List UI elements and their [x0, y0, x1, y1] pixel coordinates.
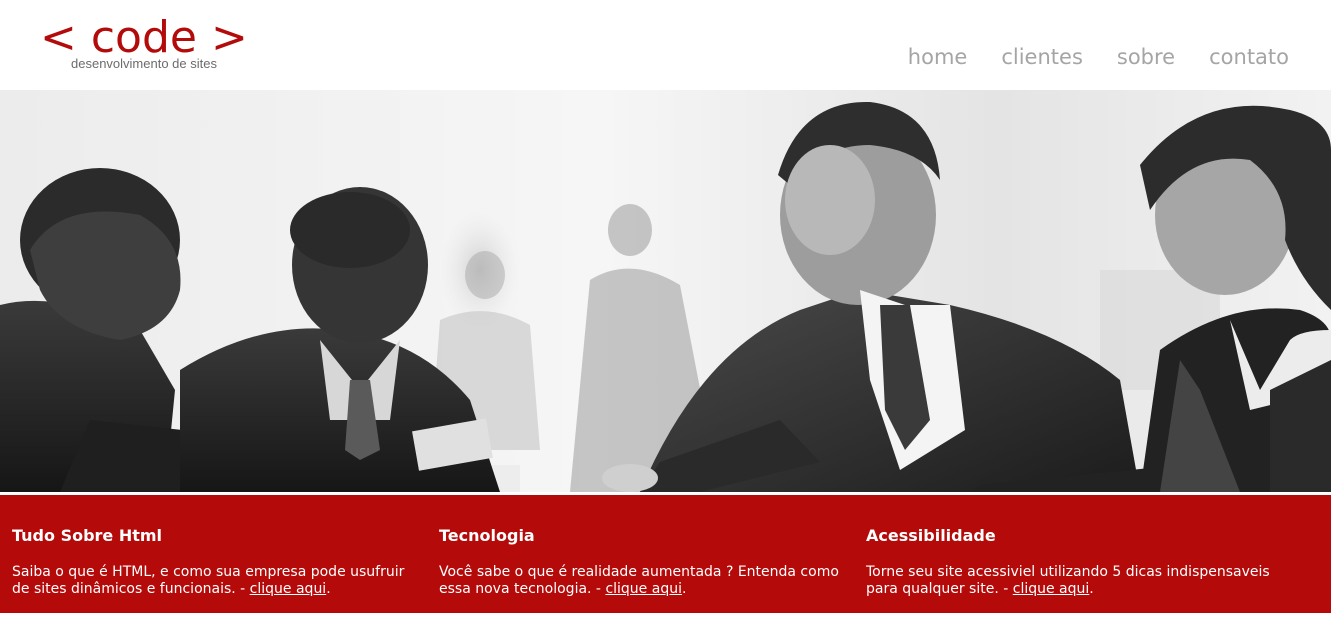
- logo-tagline: desenvolvimento de sites: [71, 56, 217, 71]
- hero-image: [0, 90, 1331, 492]
- feature-text: Saiba o que é HTML, e como sua empresa p…: [12, 564, 405, 597]
- business-handshake-illustration: [0, 90, 1331, 492]
- clique-aqui-link[interactable]: clique aqui: [1013, 581, 1090, 597]
- feature-text: Torne seu site acessiviel utilizando 5 d…: [866, 564, 1270, 597]
- feature-text: Você sabe o que é realidade aumentada ? …: [439, 564, 839, 597]
- main-nav: home clientes sobre contato: [874, 42, 1289, 72]
- nav-home[interactable]: home: [908, 42, 968, 72]
- nav-contato[interactable]: contato: [1209, 42, 1289, 72]
- clique-aqui-link[interactable]: clique aqui: [250, 581, 327, 597]
- feature-title: Tecnologia: [439, 526, 535, 545]
- clique-aqui-link[interactable]: clique aqui: [605, 581, 682, 597]
- feature-title: Acessibilidade: [866, 526, 996, 545]
- nav-clientes[interactable]: clientes: [1001, 42, 1083, 72]
- site-header: < code > desenvolvimento de sites home c…: [0, 0, 1337, 90]
- features-bar: Tudo Sobre Html Saiba o que é HTML, e co…: [0, 495, 1331, 613]
- logo[interactable]: < code > desenvolvimento de sites: [40, 10, 260, 80]
- feature-title: Tudo Sobre Html: [12, 526, 163, 545]
- nav-sobre[interactable]: sobre: [1117, 42, 1175, 72]
